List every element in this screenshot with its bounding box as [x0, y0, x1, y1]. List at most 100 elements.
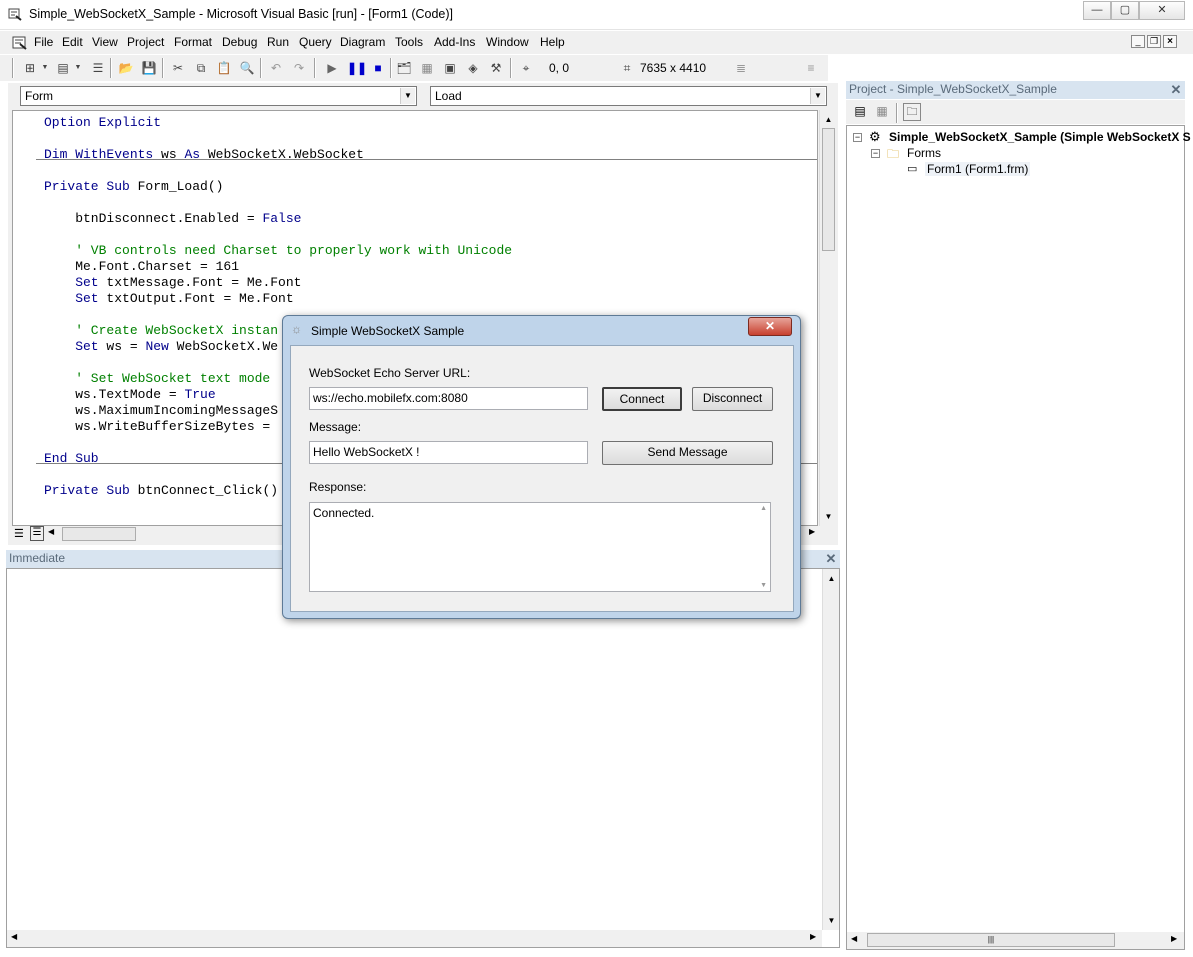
- menu-add-ins[interactable]: Add-Ins: [434, 35, 475, 49]
- find-icon[interactable]: 🔍: [239, 60, 255, 76]
- code-window-icon[interactable]: [12, 35, 28, 51]
- toolbox-icon[interactable]: ⚒: [488, 60, 504, 76]
- tree-form1-item[interactable]: Form1 (Form1.frm): [925, 162, 1031, 176]
- menu-project[interactable]: Project: [127, 35, 164, 49]
- menu-editor-icon[interactable]: ☰: [90, 60, 106, 76]
- copy-icon[interactable]: ⧉: [193, 60, 209, 76]
- properties-window-icon[interactable]: ▦: [419, 60, 435, 76]
- scroll-up-icon[interactable]: ▲: [760, 505, 767, 512]
- form-layout-icon[interactable]: ▣: [442, 60, 458, 76]
- project-explorer-icon[interactable]: 🗂: [396, 60, 412, 76]
- dropdown-arrow-icon[interactable]: ▼: [70, 60, 86, 76]
- dialog-close-button[interactable]: ✕: [748, 317, 792, 336]
- collapse-icon[interactable]: −: [871, 149, 880, 158]
- dropdown-arrow-icon[interactable]: ▼: [37, 60, 53, 76]
- disconnect-button[interactable]: Disconnect: [692, 387, 773, 411]
- scroll-up-icon[interactable]: ▲: [821, 112, 836, 127]
- scroll-down-icon[interactable]: ▼: [824, 913, 839, 928]
- project-horizontal-scrollbar[interactable]: ◀ ||| ▶: [847, 932, 1184, 949]
- chevron-down-icon[interactable]: ▼: [810, 88, 825, 104]
- scroll-right-icon[interactable]: ▶: [810, 932, 816, 941]
- project-title-bar: Project - Simple_WebSocketX_Sample ✕: [846, 81, 1185, 99]
- response-output[interactable]: Connected. ▲ ▼: [309, 502, 771, 592]
- mdi-restore-button[interactable]: ❐: [1147, 35, 1161, 48]
- end-icon[interactable]: ■: [370, 60, 386, 76]
- procedure-combo-value: Load: [435, 89, 462, 103]
- scroll-right-icon[interactable]: ▶: [809, 527, 815, 536]
- minimize-button[interactable]: —: [1083, 1, 1111, 20]
- full-module-view-icon[interactable]: ☰: [30, 526, 44, 541]
- connect-button[interactable]: Connect: [602, 387, 682, 411]
- object-browser-icon[interactable]: ◈: [465, 60, 481, 76]
- menu-diagram[interactable]: Diagram: [340, 35, 385, 49]
- menu-view[interactable]: View: [92, 35, 118, 49]
- tree-project-root[interactable]: Simple_WebSocketX_Sample (Simple WebSock…: [889, 130, 1191, 144]
- scroll-left-icon[interactable]: ◀: [851, 934, 857, 943]
- redo-icon[interactable]: ↷: [291, 60, 307, 76]
- size-readout: 7635 x 4410: [640, 61, 707, 75]
- menu-format[interactable]: Format: [174, 35, 212, 49]
- disconnect-button-label: Disconnect: [702, 391, 763, 405]
- cut-icon[interactable]: ✂: [170, 60, 186, 76]
- toolbar-options-icon[interactable]: ≡: [803, 60, 819, 76]
- scroll-up-icon[interactable]: ▲: [824, 571, 839, 586]
- view-code-icon[interactable]: ▤: [852, 104, 868, 120]
- menu-query[interactable]: Query: [299, 35, 332, 49]
- window-title: Simple_WebSocketX_Sample - Microsoft Vis…: [29, 7, 453, 21]
- send-message-button[interactable]: Send Message: [602, 441, 773, 465]
- menu-debug[interactable]: Debug: [222, 35, 257, 49]
- code-vertical-scrollbar[interactable]: ▲ ▼: [819, 110, 836, 526]
- scroll-down-icon[interactable]: ▼: [760, 582, 767, 589]
- code-token: txtMessage.Font = Me.Font: [106, 275, 302, 290]
- add-project-icon[interactable]: ⊞: [22, 60, 38, 76]
- scroll-thumb[interactable]: [822, 128, 835, 251]
- menu-window[interactable]: Window: [486, 35, 529, 49]
- close-button[interactable]: ✕: [1139, 1, 1185, 20]
- align-icon: ≣: [735, 61, 747, 75]
- undo-icon[interactable]: ↶: [268, 60, 284, 76]
- menu-edit[interactable]: Edit: [62, 35, 83, 49]
- url-input[interactable]: ws://echo.mobilefx.com:8080: [309, 387, 588, 410]
- scroll-left-icon[interactable]: ◀: [11, 932, 17, 941]
- mdi-minimize-button[interactable]: _: [1131, 35, 1145, 48]
- break-icon[interactable]: ❚❚: [347, 60, 367, 76]
- view-object-icon[interactable]: ▦: [874, 104, 890, 120]
- hscroll-thumb[interactable]: |||: [867, 933, 1115, 947]
- title-bar: Simple_WebSocketX_Sample - Microsoft Vis…: [0, 0, 1193, 30]
- paste-icon[interactable]: 📋: [216, 60, 232, 76]
- code-line: Me.Font.Charset = 161: [44, 259, 239, 274]
- mdi-close-button[interactable]: ×: [1163, 35, 1177, 48]
- save-project-icon[interactable]: 💾: [141, 60, 157, 76]
- procedure-view-icon[interactable]: ☰: [14, 527, 24, 540]
- add-form-icon[interactable]: ▤: [55, 60, 71, 76]
- code-token: ' Create WebSocketX instan: [44, 323, 279, 338]
- close-icon[interactable]: ✕: [1169, 83, 1183, 97]
- object-combo[interactable]: Form ▼: [20, 86, 417, 106]
- close-icon[interactable]: ✕: [824, 552, 838, 566]
- immediate-vertical-scrollbar[interactable]: ▲ ▼: [822, 569, 839, 930]
- immediate-horizontal-scrollbar[interactable]: ◀ ▶: [7, 930, 822, 947]
- code-line: Set txtOutput.Font = Me.Font: [44, 291, 293, 306]
- immediate-pane[interactable]: ▲ ▼ ◀ ▶: [6, 568, 840, 948]
- toggle-folders-icon[interactable]: 🗀: [903, 103, 921, 121]
- maximize-button[interactable]: ▢: [1111, 1, 1139, 20]
- chevron-down-icon[interactable]: ▼: [400, 88, 415, 104]
- menu-help[interactable]: Help: [540, 35, 565, 49]
- collapse-icon[interactable]: −: [853, 133, 862, 142]
- code-line: Private Sub btnConnect_Click(): [44, 483, 278, 498]
- open-project-icon[interactable]: 📂: [118, 60, 134, 76]
- scroll-left-icon[interactable]: ◀: [48, 527, 54, 536]
- hscroll-thumb[interactable]: [62, 527, 136, 541]
- menu-run[interactable]: Run: [267, 35, 289, 49]
- menu-file[interactable]: File: [34, 35, 53, 49]
- scroll-down-icon[interactable]: ▼: [821, 509, 836, 524]
- start-icon[interactable]: ▶: [324, 60, 340, 76]
- message-input[interactable]: Hello WebSocketX !: [309, 441, 588, 464]
- scroll-right-icon[interactable]: ▶: [1171, 934, 1177, 943]
- procedure-divider: [36, 159, 817, 160]
- tree-forms-folder[interactable]: Forms: [907, 146, 941, 160]
- menu-tools[interactable]: Tools: [395, 35, 423, 49]
- procedure-combo[interactable]: Load ▼: [430, 86, 827, 106]
- project-tree: − ⚙ Simple_WebSocketX_Sample (Simple Web…: [846, 125, 1191, 950]
- code-line: ws.WriteBufferSizeBytes =: [44, 419, 278, 434]
